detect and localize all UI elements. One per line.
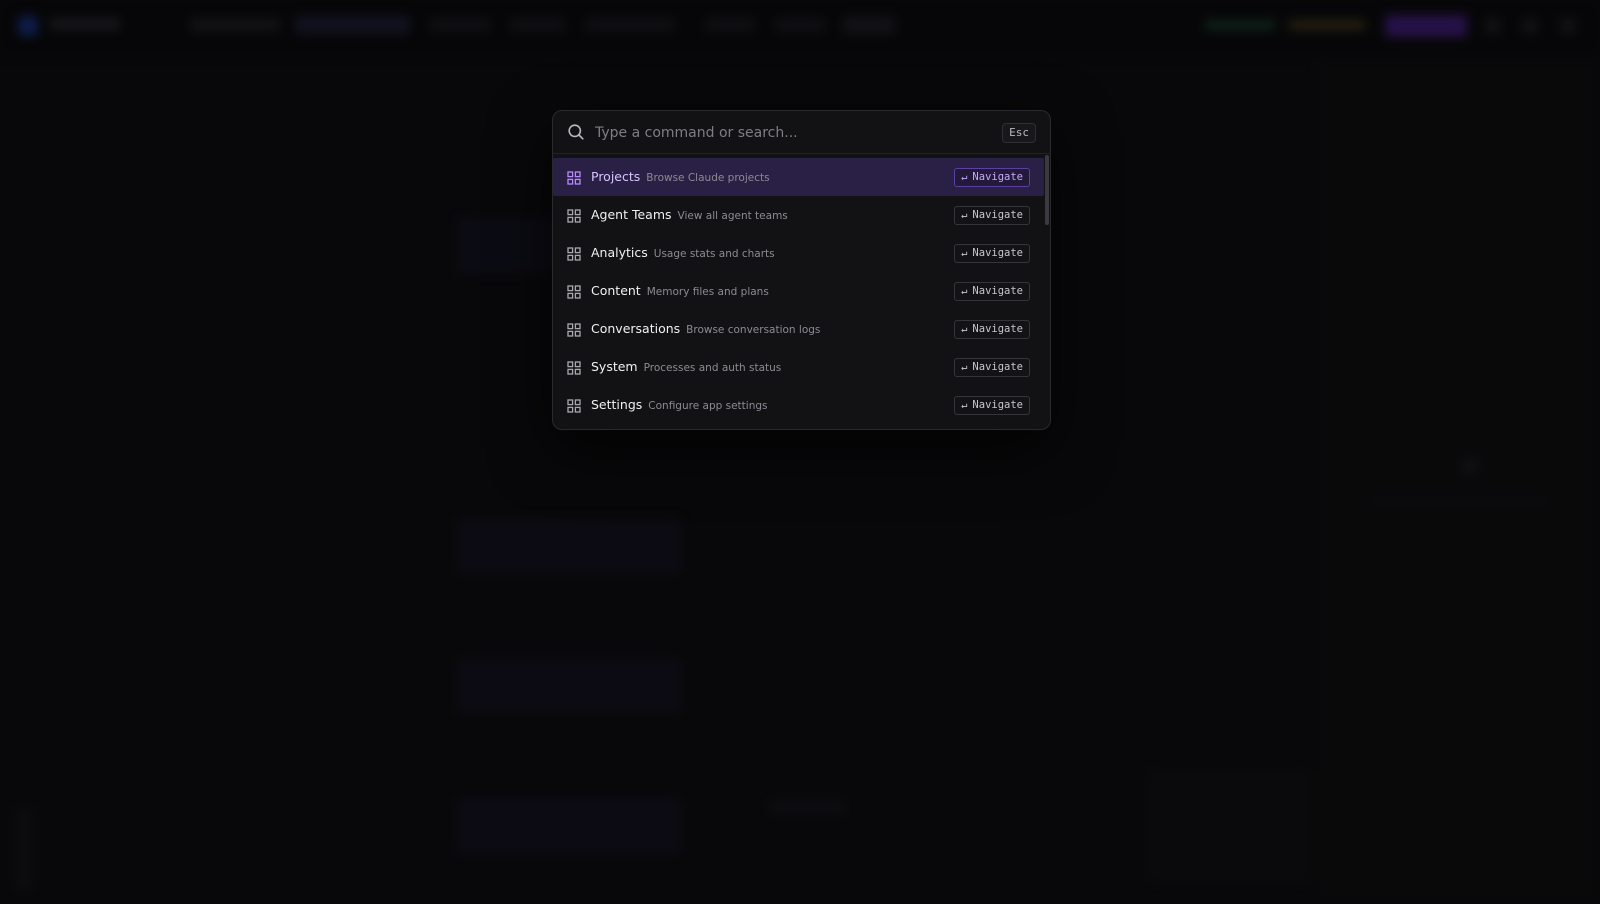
command-description: Processes and auth status [643, 362, 782, 374]
search-row: Esc [553, 111, 1050, 154]
command-description: Browse Claude projects [646, 172, 770, 184]
grid-icon [567, 322, 581, 337]
command-label: Agent Teams View all agent teams [591, 196, 788, 235]
navigate-label: Navigate [972, 247, 1023, 259]
command-label: Analytics Usage stats and charts [591, 234, 775, 273]
grid-icon [567, 170, 581, 185]
command-label: Content Memory files and plans [591, 272, 769, 311]
navigate-label: Navigate [972, 209, 1023, 221]
command-item-conversations[interactable]: Conversations Browse conversation logs ↵ Na… [553, 310, 1044, 348]
command-description: Memory files and plans [646, 286, 769, 298]
command-title: System [591, 359, 638, 374]
command-title: Settings [591, 397, 643, 412]
esc-key-hint[interactable]: Esc [1002, 123, 1036, 143]
enter-key-icon: ↵ [961, 247, 968, 259]
navigate-shortcut-badge: ↵ Navigate [954, 396, 1030, 415]
command-search-input[interactable] [593, 119, 977, 147]
command-item-projects[interactable]: Projects Browse Claude projects ↵ Navigate [553, 158, 1044, 196]
navigate-label: Navigate [972, 361, 1023, 373]
enter-key-icon: ↵ [961, 285, 968, 297]
command-description: Usage stats and charts [653, 248, 775, 260]
command-label: Conversations Browse conversation logs [591, 310, 820, 349]
command-item-agent-teams[interactable]: Agent Teams View all agent teams ↵ Navigate [553, 196, 1044, 234]
command-item-content[interactable]: Content Memory files and plans ↵ Navigate [553, 272, 1044, 310]
grid-icon [567, 284, 581, 299]
command-item-system[interactable]: System Processes and auth status ↵ Navigate [553, 348, 1044, 386]
command-title: Content [591, 283, 641, 298]
enter-key-icon: ↵ [961, 209, 968, 221]
command-description: Browse conversation logs [686, 324, 821, 336]
navigate-shortcut-badge: ↵ Navigate [954, 168, 1030, 187]
enter-key-icon: ↵ [961, 399, 968, 411]
command-title: Conversations [591, 321, 681, 336]
grid-icon [567, 360, 581, 375]
navigate-label: Navigate [972, 323, 1023, 335]
search-icon [567, 123, 585, 141]
enter-key-icon: ↵ [961, 171, 968, 183]
command-list: Projects Browse Claude projects ↵ Navigate A… [553, 154, 1050, 424]
grid-icon [567, 208, 581, 223]
navigate-label: Navigate [972, 171, 1023, 183]
navigate-shortcut-badge: ↵ Navigate [954, 320, 1030, 339]
navigate-shortcut-badge: ↵ Navigate [954, 206, 1030, 225]
navigate-label: Navigate [972, 399, 1023, 411]
navigate-shortcut-badge: ↵ Navigate [954, 358, 1030, 377]
command-label: System Processes and auth status [591, 348, 781, 387]
navigate-label: Navigate [972, 285, 1023, 297]
command-item-settings[interactable]: Settings Configure app settings ↵ Navigate [553, 386, 1044, 424]
command-palette: Esc Projects Browse Claude projects ↵ Navig… [552, 110, 1051, 430]
enter-key-icon: ↵ [961, 323, 968, 335]
grid-icon [567, 398, 581, 413]
command-item-analytics[interactable]: Analytics Usage stats and charts ↵ Navigate [553, 234, 1044, 272]
navigate-shortcut-badge: ↵ Navigate [954, 282, 1030, 301]
navigate-shortcut-badge: ↵ Navigate [954, 244, 1030, 263]
command-description: Configure app settings [648, 400, 768, 412]
command-title: Analytics [591, 245, 648, 260]
scrollbar[interactable] [1045, 155, 1049, 225]
command-label: Projects Browse Claude projects [591, 158, 770, 197]
enter-key-icon: ↵ [961, 361, 968, 373]
command-title: Projects [591, 169, 641, 184]
app-root: Esc Projects Browse Claude projects ↵ Navig… [0, 0, 1600, 904]
command-description: View all agent teams [677, 210, 788, 222]
command-label: Settings Configure app settings [591, 386, 767, 425]
command-title: Agent Teams [591, 207, 672, 222]
grid-icon [567, 246, 581, 261]
